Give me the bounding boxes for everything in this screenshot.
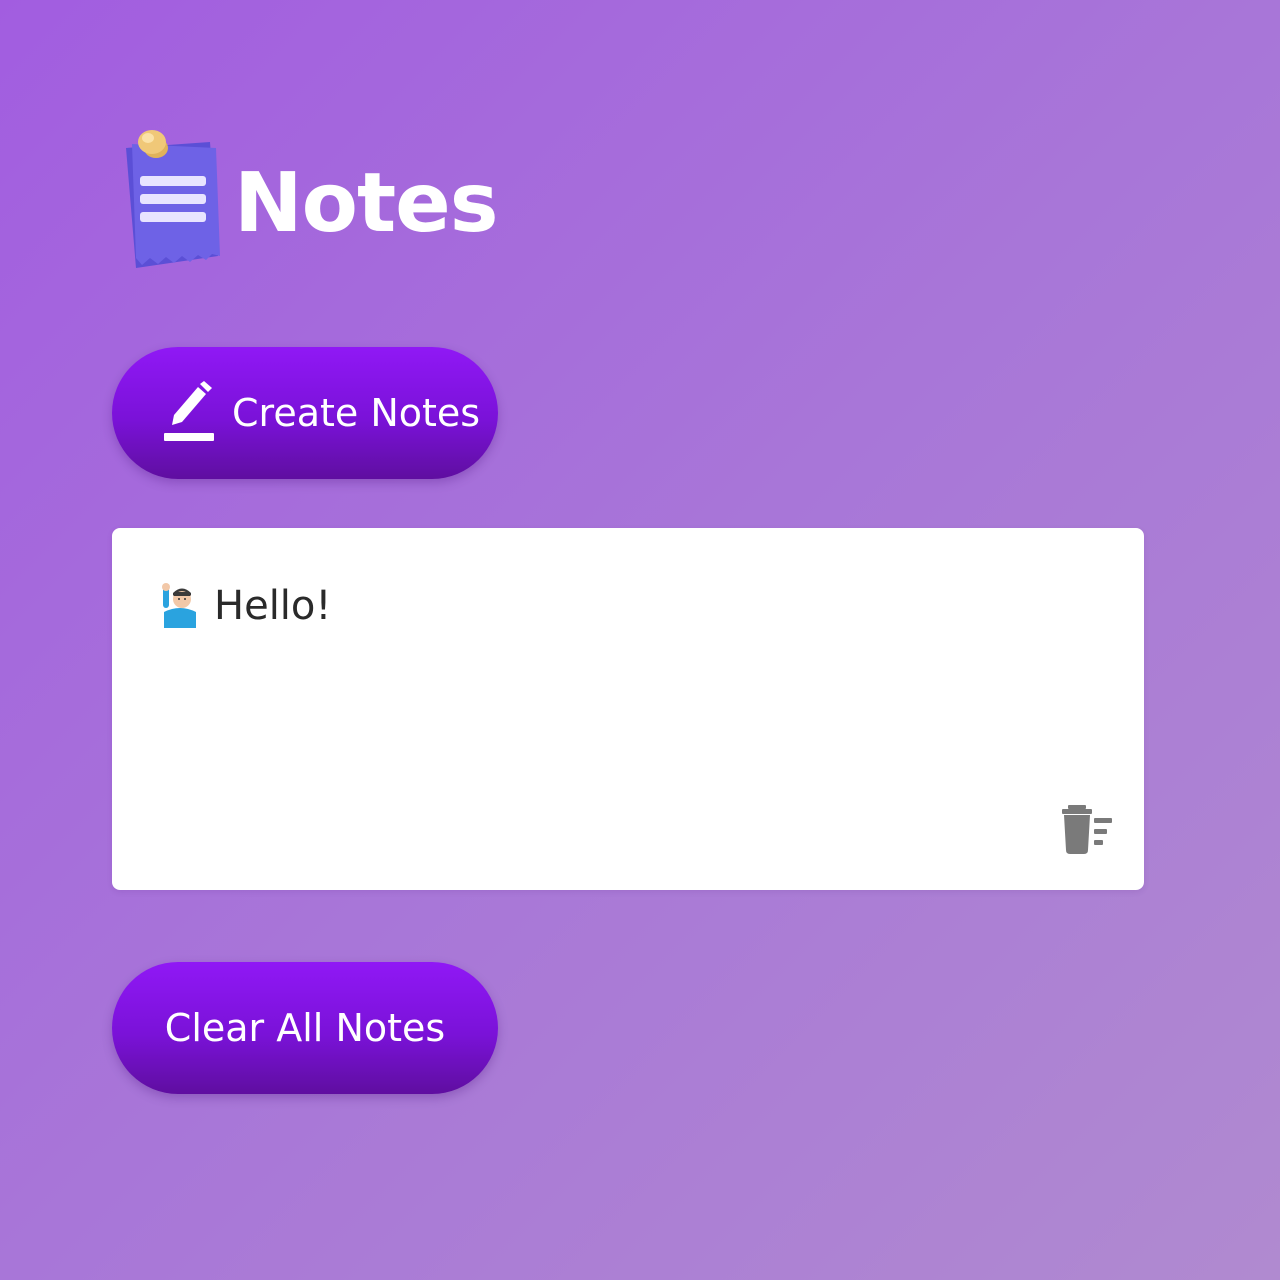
create-notes-label: Create Notes [232,391,481,435]
note-card[interactable]: Hello! [112,528,1144,890]
note-text[interactable]: Hello! [214,583,331,629]
person-raising-hand-icon [162,583,196,628]
note-content[interactable]: Hello! [160,582,331,630]
clear-all-notes-button[interactable]: Clear All Notes [112,962,498,1094]
delete-note-button[interactable] [1060,802,1116,856]
trash-icon [1062,805,1112,854]
pencil-icon [164,381,214,441]
create-notes-button[interactable]: Create Notes [112,347,498,479]
page-title: Notes [234,155,499,251]
notepad-icon [118,128,228,278]
app-header: Notes [118,128,499,278]
